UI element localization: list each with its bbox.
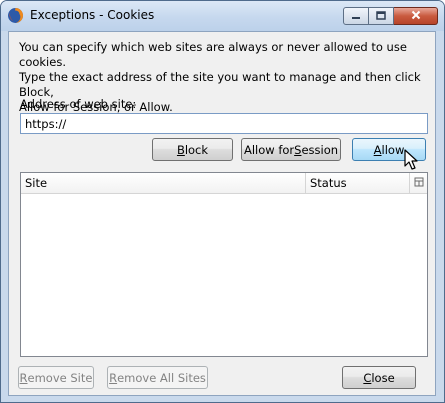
firefox-icon [7,7,24,24]
close-accesskey: C [363,370,372,385]
close-window-button[interactable] [394,7,438,25]
remove-all-accesskey: R [109,370,118,385]
column-picker-icon [414,176,424,190]
block-button[interactable]: Block [152,138,233,161]
block-accesskey: B [176,142,185,157]
maximize-icon [376,9,386,23]
close-icon [411,9,421,23]
window-title: Exceptions - Cookies [30,8,155,22]
exceptions-cookies-dialog: Exceptions - Cookies You can specify whi… [0,0,445,403]
column-picker-button[interactable] [409,173,427,193]
minimize-button[interactable] [343,7,369,25]
minimize-icon [351,9,361,23]
close-button[interactable]: Close [342,366,416,389]
caption-buttons [343,7,438,25]
remove-all-sites-button[interactable]: Remove All Sites [107,366,208,389]
remove-site-accesskey: R [19,370,28,385]
address-input[interactable] [20,113,428,134]
mouse-pointer-icon [404,149,420,171]
address-label: Address of web site: [20,97,137,111]
sites-list[interactable]: Site Status [20,172,428,357]
allow-for-session-button[interactable]: Allow for Session [241,138,341,161]
dialog-body: You can specify which web sites are alwa… [8,31,436,396]
remove-site-button[interactable]: Remove Site [18,366,94,389]
column-header-site[interactable]: Site [21,173,306,193]
list-header: Site Status [21,173,427,194]
title-bar[interactable]: Exceptions - Cookies [1,1,444,31]
column-header-status[interactable]: Status [306,173,409,193]
allow-accesskey: A [373,142,382,157]
maximize-button[interactable] [369,7,394,25]
allow-session-accesskey: S [294,142,302,157]
